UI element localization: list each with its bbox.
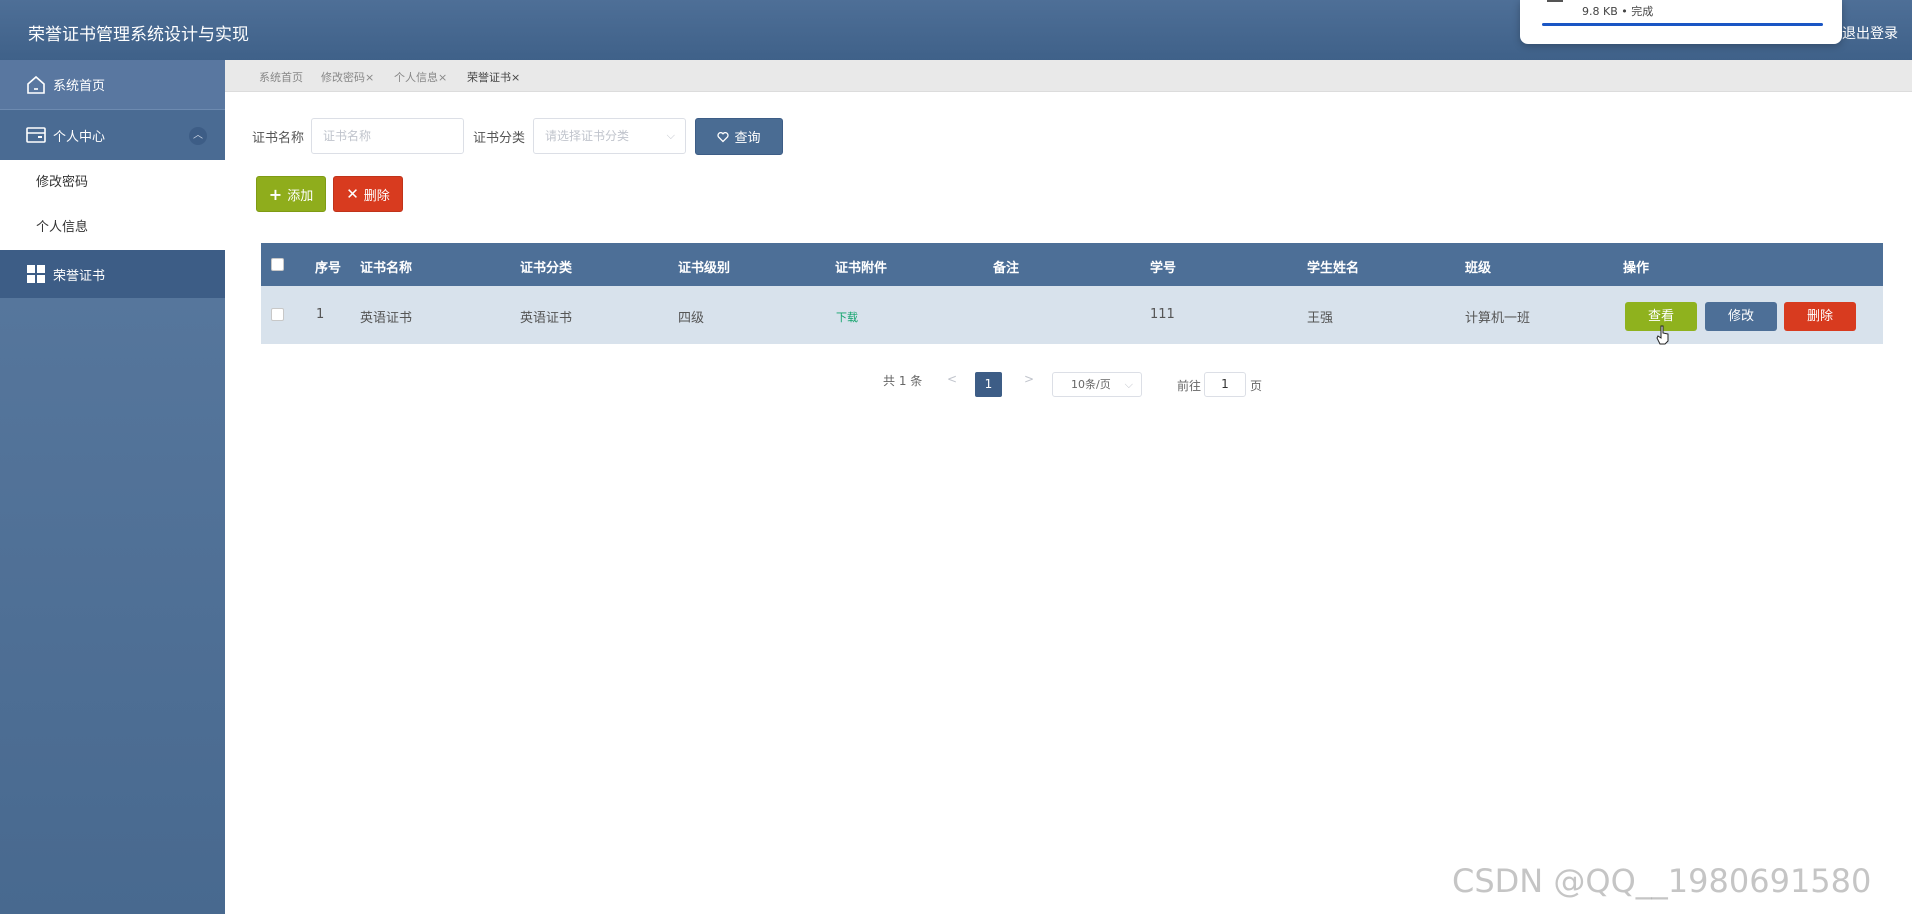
tab-home[interactable]: 系统首页 — [259, 69, 303, 85]
download-status: 9.8 KB • 完成 — [1582, 5, 1654, 18]
add-button[interactable]: + 添加 — [256, 176, 326, 212]
chevron-up-icon[interactable]: ︿ — [189, 127, 207, 145]
query-button-label: 查询 — [734, 131, 761, 146]
prev-page-button[interactable]: < — [947, 372, 957, 386]
plus-icon: + — [268, 184, 283, 204]
next-page-button[interactable]: > — [1024, 372, 1034, 386]
tab-personal-info[interactable]: 个人信息× — [394, 69, 447, 85]
cert-name-label: 证书名称 — [252, 131, 305, 146]
close-icon[interactable]: × — [511, 71, 520, 84]
select-all-checkbox[interactable] — [271, 258, 284, 271]
column-header: 证书分类 — [520, 261, 573, 276]
watermark: CSDN @QQ__1980691580 — [1452, 862, 1872, 900]
home-icon — [25, 74, 47, 96]
cell-category: 英语证书 — [520, 311, 573, 326]
column-header: 学生姓名 — [1307, 261, 1360, 276]
pagination-total: 共 1 条 — [883, 374, 923, 388]
hand-cursor-icon — [1656, 325, 1669, 345]
page-size-value: 10条/页 — [1071, 378, 1111, 391]
column-header: 学号 — [1150, 261, 1177, 276]
download-progress-bar — [1542, 23, 1823, 26]
cert-category-label: 证书分类 — [473, 131, 526, 146]
column-header: 备注 — [993, 261, 1020, 276]
goto-suffix: 页 — [1250, 379, 1263, 393]
sidebar-item-honor-certificate[interactable]: 荣誉证书 — [0, 250, 225, 298]
page-size-select[interactable]: 10条/页 ⌵ — [1052, 372, 1142, 397]
download-popup: 9.8 KB • 完成 — [1520, 0, 1842, 44]
table-row: 1 英语证书 英语证书 四级 下载 111 王强 计算机一班 查看 修改 删除 — [261, 286, 1883, 344]
sidebar-item-home[interactable]: 系统首页 — [0, 60, 225, 110]
category-placeholder: 请选择证书分类 — [545, 129, 630, 143]
query-button[interactable]: 查询 — [695, 118, 783, 155]
sidebar-item-label: 系统首页 — [53, 79, 106, 94]
cert-name-input[interactable]: 证书名称 — [311, 118, 464, 154]
file-icon — [1547, 0, 1563, 2]
sidebar-subitem-personal-info[interactable]: 个人信息 — [0, 205, 225, 250]
close-icon: ✕ — [346, 185, 359, 203]
cell-class: 计算机一班 — [1465, 311, 1531, 326]
app-title: 荣誉证书管理系统设计与实现 — [28, 25, 249, 45]
cert-category-select[interactable]: 请选择证书分类 ⌵ — [533, 118, 686, 154]
edit-button[interactable]: 修改 — [1705, 302, 1777, 331]
heart-icon — [717, 131, 730, 142]
cell-student-id: 111 — [1150, 307, 1175, 322]
tab-honor-certificate[interactable]: 荣誉证书× — [467, 69, 520, 85]
table-header: 序号 证书名称 证书分类 证书级别 证书附件 备注 学号 学生姓名 班级 操作 — [261, 243, 1883, 286]
wallet-icon — [25, 124, 47, 146]
column-header: 证书附件 — [835, 261, 888, 276]
column-header: 证书名称 — [360, 261, 413, 276]
add-button-label: 添加 — [287, 188, 314, 204]
chevron-down-icon: ⌵ — [1124, 378, 1133, 391]
delete-button[interactable]: 删除 — [1784, 302, 1856, 331]
tab-change-password[interactable]: 修改密码× — [321, 69, 374, 85]
delete-button-label: 删除 — [363, 188, 390, 204]
row-checkbox[interactable] — [271, 308, 284, 321]
sidebar-item-label: 荣誉证书 — [53, 268, 106, 284]
cell-index: 1 — [316, 307, 325, 322]
column-header: 班级 — [1465, 261, 1492, 276]
sidebar-item-personal-center[interactable]: 个人中心 ︿ — [0, 110, 225, 160]
chevron-down-icon: ⌵ — [666, 129, 675, 142]
download-link[interactable]: 下载 — [836, 309, 858, 325]
column-header: 操作 — [1623, 261, 1650, 276]
sidebar-subitem-change-password[interactable]: 修改密码 — [0, 160, 225, 205]
close-icon[interactable]: × — [365, 71, 374, 84]
sidebar: 系统首页 个人中心 ︿ 修改密码 个人信息 荣誉证书 — [0, 60, 225, 914]
page-number-current[interactable]: 1 — [975, 372, 1002, 397]
goto-label: 前往 — [1177, 379, 1202, 393]
cell-cert-name: 英语证书 — [360, 311, 413, 326]
close-icon[interactable]: × — [438, 71, 447, 84]
column-header: 序号 — [315, 261, 342, 276]
grid-icon — [25, 263, 47, 285]
column-header: 证书级别 — [678, 261, 731, 276]
cell-student-name: 王强 — [1307, 311, 1334, 326]
tabs-bar: 系统首页 修改密码× 个人信息× 荣誉证书× — [225, 60, 1912, 92]
batch-delete-button[interactable]: ✕ 删除 — [333, 176, 403, 212]
cell-level: 四级 — [678, 311, 705, 326]
sidebar-item-label: 个人中心 — [53, 129, 106, 145]
goto-page-input[interactable]: 1 — [1204, 372, 1246, 397]
logout-button[interactable]: 退出登录 — [1842, 23, 1898, 43]
